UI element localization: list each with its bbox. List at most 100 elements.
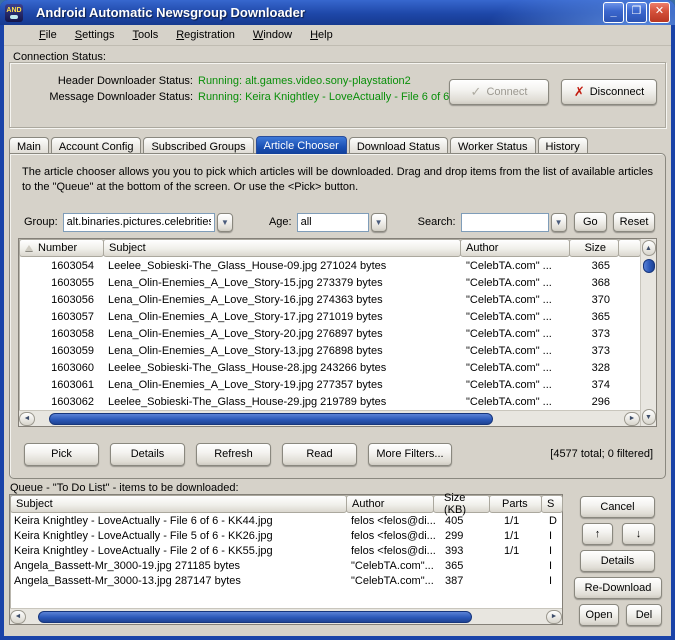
reset-button[interactable]: Reset [613, 212, 655, 232]
del-button[interactable]: Del [626, 604, 662, 626]
search-dropdown-button[interactable]: ▼ [551, 213, 567, 232]
open-button[interactable]: Open [579, 604, 619, 626]
queue-row[interactable]: Keira Knightley - LoveActually - File 2 … [10, 543, 562, 558]
menu-item[interactable]: Window [244, 27, 301, 43]
move-down-button[interactable]: ↓ [622, 523, 655, 545]
scrollbar-thumb[interactable] [38, 611, 471, 623]
chevron-down-icon: ▼ [375, 218, 383, 227]
queue-row[interactable]: Angela_Bassett-Mr_3000-19.jpg 271185 byt… [10, 558, 562, 573]
read-button[interactable]: Read [282, 443, 357, 466]
tab-main[interactable]: Main [9, 137, 49, 154]
column-header-subject[interactable]: Subject [103, 239, 461, 257]
check-icon: ✓ [471, 84, 482, 100]
article-vertical-scrollbar[interactable]: ▲ ▼ [640, 239, 656, 426]
queue-row[interactable]: Angela_Bassett-Mr_3000-13.jpg 287147 byt… [10, 573, 562, 588]
menu-item[interactable]: Registration [167, 27, 244, 43]
x-icon: ✗ [574, 84, 585, 100]
article-row[interactable]: 1603058 Lena_Olin-Enemies_A_Love_Story-2… [19, 325, 640, 342]
queue-table-header: Subject Author Size (KB) Parts S [10, 495, 562, 513]
close-button[interactable]: ✕ [649, 2, 670, 23]
menu-item[interactable]: Tools [124, 27, 168, 43]
article-row[interactable]: 1603055 Lena_Olin-Enemies_A_Love_Story-1… [19, 274, 640, 291]
menu-item[interactable]: File [30, 27, 66, 43]
tab-subscribed-groups[interactable]: Subscribed Groups [143, 137, 253, 154]
sort-ascending-icon [25, 245, 33, 251]
article-row[interactable]: 1603057 Lena_Olin-Enemies_A_Love_Story-1… [19, 308, 640, 325]
tab-account-config[interactable]: Account Config [51, 137, 142, 154]
article-rows: 1603054 Leelee_Sobieski-The_Glass_House-… [19, 257, 640, 410]
column-header-filler [618, 239, 640, 257]
redownload-button[interactable]: Re-Download [574, 577, 662, 599]
article-row[interactable]: 1603060 Leelee_Sobieski-The_Glass_House-… [19, 359, 640, 376]
tab-history[interactable]: History [538, 137, 588, 154]
group-dropdown-button[interactable]: ▼ [217, 213, 233, 232]
connect-button[interactable]: ✓ Connect [449, 79, 549, 105]
age-dropdown-button[interactable]: ▼ [371, 213, 387, 232]
article-row[interactable]: 1603059 Lena_Olin-Enemies_A_Love_Story-1… [19, 342, 640, 359]
article-chooser-panel: The article chooser allows you you to pi… [9, 153, 666, 479]
scroll-right-icon[interactable]: ► [546, 610, 562, 624]
search-input[interactable] [461, 213, 549, 232]
chooser-description: The article chooser allows you you to pi… [22, 165, 655, 195]
queue-horizontal-scrollbar[interactable]: ◄ ► [10, 608, 562, 624]
close-icon: ✕ [655, 6, 664, 17]
article-row[interactable]: 1603061 Lena_Olin-Enemies_A_Love_Story-1… [19, 376, 640, 393]
minimize-button[interactable]: _ [603, 2, 624, 23]
tab-article-chooser[interactable]: Article Chooser [256, 136, 347, 154]
gem-icon [10, 15, 18, 19]
menu-bar: FileSettingsToolsRegistrationWindowHelp [4, 25, 671, 46]
scrollbar-thumb[interactable] [643, 259, 655, 273]
article-row[interactable]: 1603054 Leelee_Sobieski-The_Glass_House-… [19, 257, 640, 274]
window-title: Android Automatic Newsgroup Downloader [36, 5, 603, 20]
arrow-up-icon: ↑ [595, 528, 601, 540]
refresh-button[interactable]: Refresh [196, 443, 271, 466]
pick-button[interactable]: Pick [24, 443, 99, 466]
column-header-author[interactable]: Author [460, 239, 570, 257]
column-header-number[interactable]: Number [19, 239, 104, 257]
disconnect-button[interactable]: ✗ Disconnect [561, 79, 657, 105]
queue-details-button[interactable]: Details [580, 550, 655, 572]
go-button[interactable]: Go [574, 212, 607, 232]
scroll-down-icon[interactable]: ▼ [642, 409, 656, 425]
column-header-parts[interactable]: Parts [489, 495, 542, 513]
group-input[interactable] [63, 213, 215, 232]
column-header-author[interactable]: Author [346, 495, 434, 513]
scroll-up-icon[interactable]: ▲ [642, 240, 656, 256]
details-button[interactable]: Details [110, 443, 185, 466]
article-table: Number Subject Author Size 1603054 Leele… [18, 238, 657, 427]
scrollbar-thumb[interactable] [49, 413, 494, 425]
column-header-size-kb[interactable]: Size (KB) [433, 495, 490, 513]
tab-worker-status[interactable]: Worker Status [450, 137, 536, 154]
queue-row[interactable]: Keira Knightley - LoveActually - File 6 … [10, 513, 562, 528]
menu-item[interactable]: Settings [66, 27, 124, 43]
scroll-right-icon[interactable]: ► [624, 412, 640, 426]
minimize-icon: _ [610, 7, 616, 18]
arrow-down-icon: ↓ [636, 528, 642, 540]
age-input[interactable] [297, 213, 369, 232]
maximize-button[interactable]: ❐ [626, 2, 647, 23]
age-label: Age: [269, 216, 292, 228]
article-horizontal-scrollbar[interactable]: ◄ ► [19, 410, 640, 426]
menu-item[interactable]: Help [301, 27, 342, 43]
app-icon: AND [5, 4, 23, 22]
queue-rows: Keira Knightley - LoveActually - File 6 … [10, 513, 562, 608]
column-header-subject[interactable]: Subject [10, 495, 347, 513]
app-window: AND Android Automatic Newsgroup Download… [0, 0, 675, 640]
group-label: Group: [24, 216, 58, 228]
connection-status-group: Header Downloader Status: Running: alt.g… [9, 62, 666, 128]
article-row[interactable]: 1603056 Lena_Olin-Enemies_A_Love_Story-1… [19, 291, 640, 308]
queue-actions: Cancel ↑ ↓ Details Re-Download Open Del [567, 494, 667, 625]
queue-row[interactable]: Keira Knightley - LoveActually - File 5 … [10, 528, 562, 543]
scroll-left-icon[interactable]: ◄ [10, 610, 26, 624]
total-filtered-count: [4577 total; 0 filtered] [550, 448, 653, 460]
move-up-button[interactable]: ↑ [582, 523, 613, 545]
column-header-size[interactable]: Size [569, 239, 619, 257]
header-downloader-label: Header Downloader Status: [20, 75, 198, 87]
article-row[interactable]: 1603062 Leelee_Sobieski-The_Glass_House-… [19, 393, 640, 410]
column-header-status[interactable]: S [541, 495, 563, 513]
scroll-left-icon[interactable]: ◄ [19, 412, 35, 426]
more-filters-button[interactable]: More Filters... [368, 443, 452, 466]
tab-download-status[interactable]: Download Status [349, 137, 448, 154]
message-downloader-label: Message Downloader Status: [20, 91, 198, 103]
cancel-button[interactable]: Cancel [580, 496, 655, 518]
